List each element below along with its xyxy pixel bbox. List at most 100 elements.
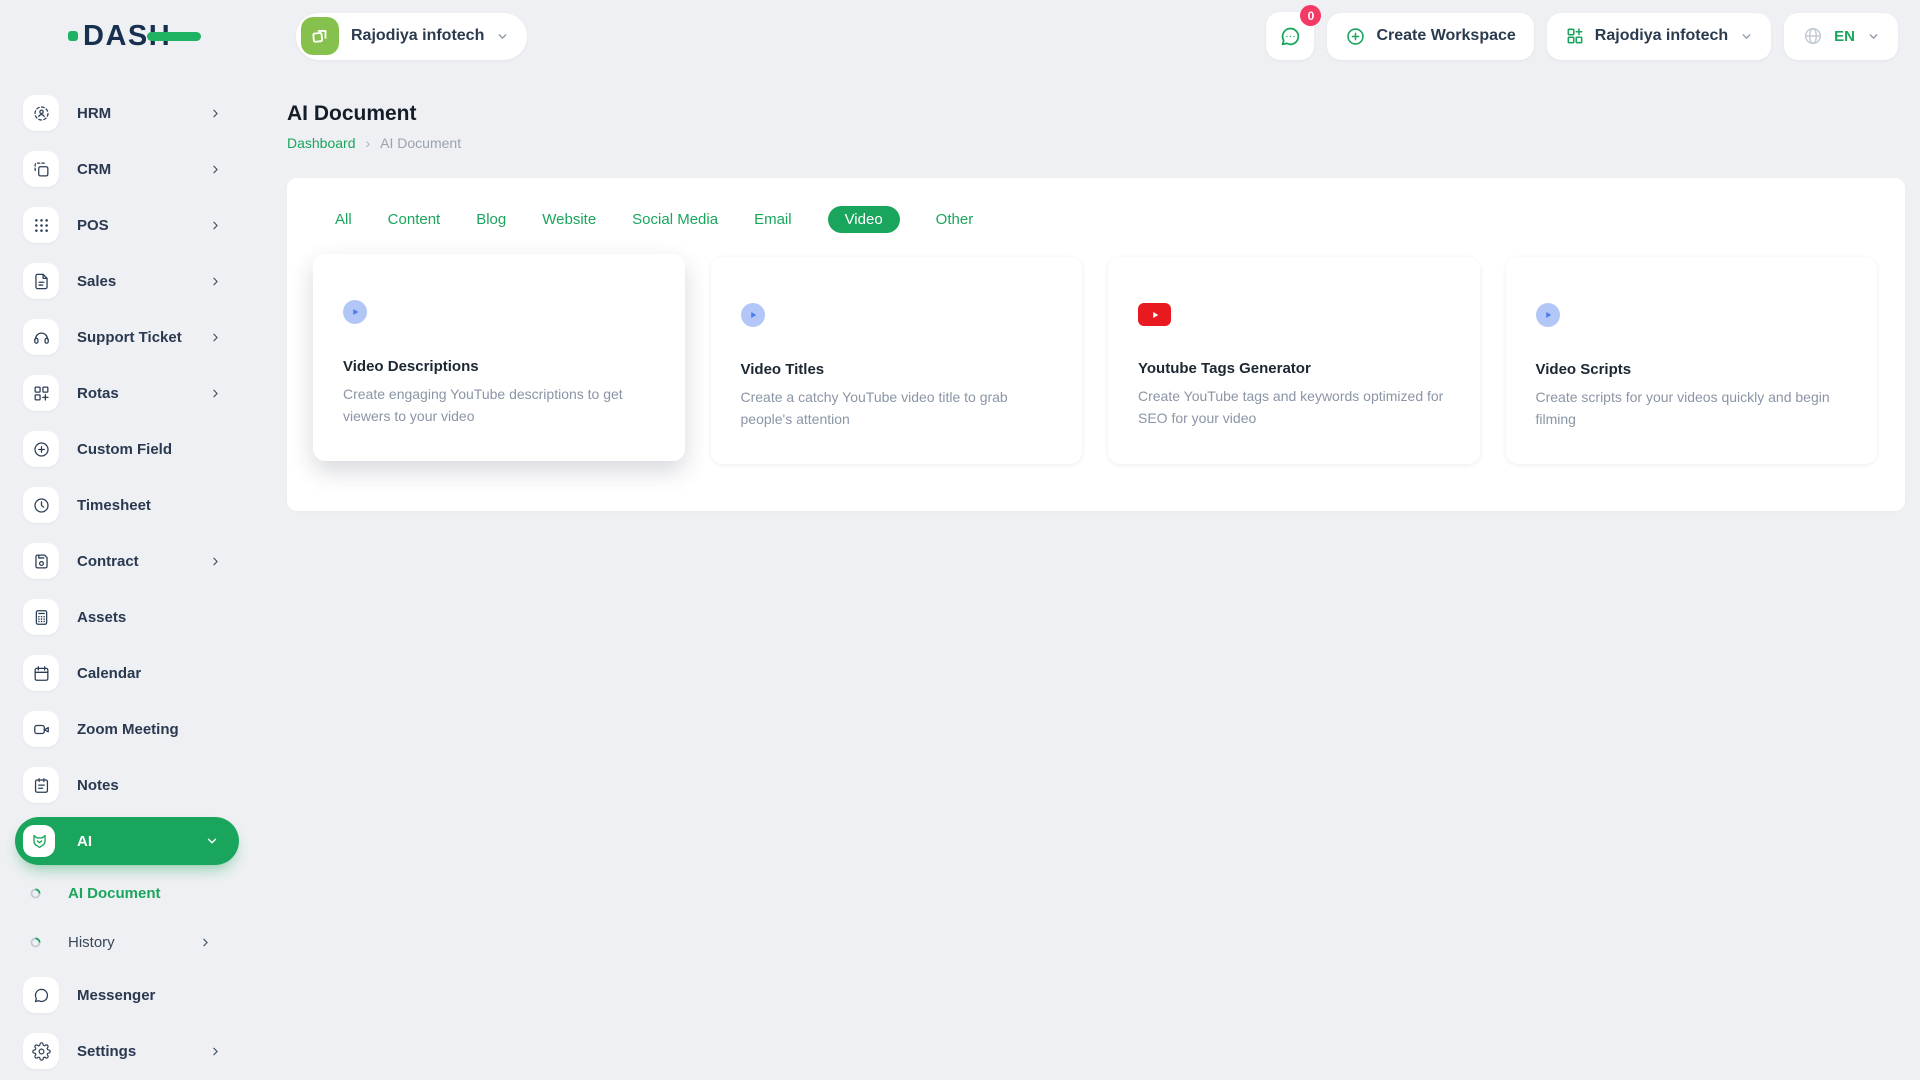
company-name: Rajodiya infotech [1594,27,1729,44]
card-title: Video Scripts [1535,361,1632,378]
sidebar-item-settings[interactable]: Settings [0,1023,240,1079]
create-workspace-button[interactable]: Create Workspace [1327,12,1534,60]
logo-accent-dot-icon [68,31,78,41]
chevron-down-icon [205,834,219,848]
card-description: Create a catchy YouTube video title to g… [740,389,1008,427]
chevron-right-icon [209,163,222,176]
messenger-badge: 0 [1300,5,1322,26]
chevron-right-icon [209,555,222,568]
chevron-right-icon [209,107,222,120]
language-label: EN [1834,27,1855,45]
tab-all[interactable]: All [335,206,352,233]
assets-icon [23,599,59,635]
sidebar-item-hrm[interactable]: HRM [0,85,240,141]
play-circle-icon [1535,303,1560,327]
chevron-right-icon [209,1045,222,1058]
sidebar-item-support-ticket[interactable]: Support Ticket [0,309,240,365]
zoom-meeting-icon [23,711,59,747]
workspace-logo-icon [301,17,339,55]
sidebar-item-calendar[interactable]: Calendar [0,645,240,701]
card-title: Video Descriptions [343,358,479,375]
tab-content[interactable]: Content [388,206,441,233]
play-circle-icon [740,303,765,327]
settings-icon [23,1033,59,1069]
globe-icon [1805,27,1822,45]
tab-social-media[interactable]: Social Media [632,206,718,233]
page-title: AI Document [287,102,417,125]
tab-website[interactable]: Website [542,206,596,233]
workspace-name: Rajodiya infotech [351,27,485,44]
sidebar-item-ai[interactable]: AI [0,813,240,869]
template-card-youtube-tags-generator[interactable]: Youtube Tags Generator Create YouTube ta… [1108,257,1480,464]
chevron-right-icon [209,275,222,288]
sidebar: HRM CRM POS Sales Support Ticket Rotas C… [0,72,240,1080]
sidebar-item-assets[interactable]: Assets [0,589,240,645]
chevron-down-icon [496,30,509,43]
timesheet-icon [23,487,59,523]
ai-fox-icon [23,825,55,857]
sidebar-item-custom-field[interactable]: Custom Field [0,421,240,477]
category-tabs: All Content Blog Website Social Media Email Vi… [335,204,1877,234]
sidebar-item-notes[interactable]: Notes [0,757,240,813]
sidebar-item-sales[interactable]: Sales [0,253,240,309]
tab-email[interactable]: Email [754,206,792,233]
support-icon [23,319,59,355]
app-logo[interactable]: DASH [68,20,238,53]
chevron-right-icon [199,936,212,949]
chat-bubble-icon [1281,27,1300,45]
active-menu-pill[interactable]: AI [15,817,239,865]
chevron-right-icon [209,387,222,400]
contract-icon [23,543,59,579]
sidebar-item-pos[interactable]: POS [0,197,240,253]
template-card-video-titles[interactable]: Video Titles Create a catchy YouTube vid… [710,257,1082,464]
ai-document-panel: All Content Blog Website Social Media Email Vi… [287,178,1905,511]
template-card-video-scripts[interactable]: Video Scripts Create scripts for your vi… [1505,257,1877,464]
plus-circle-icon [1347,27,1365,45]
tab-other[interactable]: Other [936,206,974,233]
sidebar-item-crm[interactable]: CRM [0,141,240,197]
sidebar-item-rotas[interactable]: Rotas [0,365,240,421]
sidebar-item-zoom-meeting[interactable]: Zoom Meeting [0,701,240,757]
custom-field-icon [23,431,59,467]
breadcrumb-separator-icon: › [365,135,371,151]
card-title: Video Titles [740,361,825,378]
bullet-ring-icon [29,936,42,949]
card-description: Create engaging YouTube descriptions to … [343,386,623,424]
sidebar-item-contract[interactable]: Contract [0,533,240,589]
tab-blog[interactable]: Blog [476,206,506,233]
language-dropdown[interactable]: EN [1784,12,1898,60]
template-card-video-descriptions[interactable]: Video Descriptions Create engaging YouTu… [313,254,685,461]
create-workspace-label: Create Workspace [1376,27,1516,44]
sidebar-item-messenger[interactable]: Messenger [0,967,240,1023]
rotas-icon [23,375,59,411]
chevron-right-icon [209,219,222,232]
calendar-icon [23,655,59,691]
messenger-button[interactable]: 0 [1266,5,1322,60]
template-cards: Video Descriptions Create engaging YouTu… [313,254,1877,464]
topbar-actions: 0 Create Workspace Rajodiya infotech EN [1266,5,1898,60]
sidebar-subitem-history[interactable]: History [0,918,240,967]
play-circle-icon [343,300,367,324]
sales-icon [23,263,59,299]
sidebar-subitem-ai-document[interactable]: AI Document [0,869,240,918]
company-dropdown[interactable]: Rajodiya infotech [1546,12,1772,60]
notes-icon [23,767,59,803]
chevron-right-icon [209,331,222,344]
tab-video[interactable]: Video [827,205,900,233]
crm-icon [23,151,59,187]
bullet-ring-icon [29,887,42,900]
sidebar-item-timesheet[interactable]: Timesheet [0,477,240,533]
card-title: Youtube Tags Generator [1138,360,1311,377]
breadcrumb: Dashboard › AI Document [287,135,1905,151]
workspace-switcher[interactable]: Rajodiya infotech [296,12,528,60]
messenger-icon [23,977,59,1013]
workspace-grid-icon [1567,28,1583,44]
hrm-icon [23,95,59,131]
breadcrumb-current: AI Document [380,135,462,151]
pos-icon [23,207,59,243]
topbar: DASH Rajodiya infotech 0 Create Workspac… [0,0,1920,72]
main-content: AI Document Dashboard › AI Document All C… [240,72,1920,1080]
card-description: Create YouTube tags and keywords optimiz… [1138,388,1444,426]
breadcrumb-dashboard-link[interactable]: Dashboard [287,135,356,151]
chevron-down-icon [1867,30,1880,43]
